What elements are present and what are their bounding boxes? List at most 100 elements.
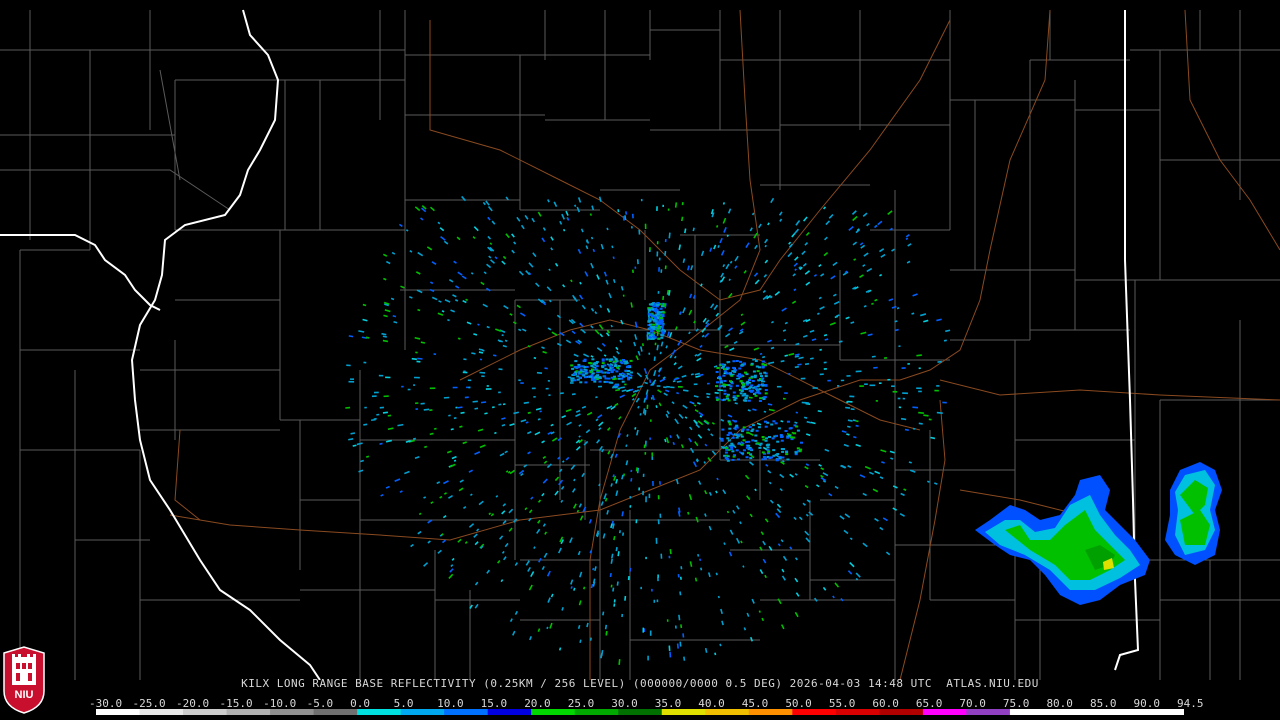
echo-speck: [579, 515, 584, 521]
echo-speck: [579, 381, 583, 384]
echo-speck: [486, 385, 489, 387]
color-scale-labels: -30.0 -25.0 -20.0 -15.0 -10.0 -5.0 0.0 5.0 10.0 1…: [89, 697, 1205, 710]
echo-speck: [476, 528, 480, 532]
echo-speck: [439, 495, 443, 499]
echo-speck: [492, 354, 497, 357]
echo-speck: [796, 429, 800, 432]
echo-speck: [676, 643, 679, 649]
echo-speck: [387, 427, 394, 431]
echo-speck: [447, 494, 454, 499]
echo-speck: [942, 401, 947, 404]
echo-speck: [382, 335, 388, 338]
echo-speck: [820, 273, 825, 277]
echo-speck: [486, 569, 490, 574]
echo-speck: [479, 358, 483, 361]
echo-speck: [621, 613, 624, 618]
echo-speck: [495, 328, 502, 332]
echo-speck: [599, 333, 604, 338]
echo-speck: [728, 427, 732, 430]
echo-speck: [824, 338, 829, 341]
echo-speck: [855, 443, 861, 448]
echo-speck: [448, 279, 454, 283]
echo-speck: [592, 248, 596, 253]
echo-speck: [362, 303, 367, 307]
echo-speck: [754, 434, 758, 437]
echo-speck: [594, 376, 598, 379]
echo-speck: [429, 288, 435, 293]
echo-speck: [604, 497, 608, 502]
echo-speck: [803, 334, 808, 338]
echo-speck: [494, 431, 497, 435]
echo-speck: [483, 271, 487, 275]
echo-speck: [459, 425, 463, 428]
echo-speck: [762, 355, 766, 359]
echo-speck: [723, 370, 727, 373]
echo-speck: [745, 242, 750, 248]
echo-speck: [350, 432, 356, 435]
echo-speck: [720, 381, 723, 384]
echo-speck: [574, 360, 578, 363]
echo-speck: [583, 440, 589, 446]
echo-speck: [838, 340, 843, 343]
echo-speck: [635, 429, 639, 436]
echo-speck: [453, 459, 457, 462]
echo-speck: [764, 420, 767, 423]
echo-speck: [644, 381, 648, 385]
echo-speck: [770, 346, 775, 350]
echo-speck: [789, 473, 794, 478]
echo-speck: [907, 362, 910, 365]
echo-speck: [471, 352, 476, 355]
echo-speck: [625, 460, 629, 466]
echo-speck: [761, 363, 765, 366]
echo-speck: [647, 320, 651, 323]
echo-speck: [735, 360, 739, 362]
echo-speck: [606, 227, 609, 231]
echo-speck: [348, 438, 354, 441]
echo-speck: [596, 374, 600, 377]
echo-speck: [560, 485, 565, 490]
echo-speck: [627, 370, 631, 372]
echo-speck: [702, 317, 707, 323]
echo-speck: [662, 295, 665, 301]
echo-speck: [502, 344, 507, 348]
echo-speck: [760, 531, 765, 536]
echo-speck: [417, 251, 424, 257]
echo-speck: [776, 503, 782, 508]
echo-speck: [859, 474, 866, 479]
echo-speck: [731, 370, 735, 373]
echo-speck: [571, 294, 577, 300]
echo-speck: [463, 506, 467, 510]
echo-speck: [813, 274, 818, 277]
echo-speck: [761, 436, 765, 438]
echo-speck: [652, 480, 654, 486]
echo-speck: [466, 321, 472, 325]
scale-swatch: [444, 709, 489, 715]
echo-speck: [689, 561, 693, 567]
echo-speck: [629, 505, 632, 508]
echo-speck: [797, 363, 802, 366]
echo-speck: [864, 465, 871, 470]
echo-speck: [408, 296, 413, 299]
echo-speck: [617, 387, 621, 390]
echo-speck: [829, 321, 836, 326]
echo-speck: [891, 305, 897, 309]
echo-speck: [747, 440, 751, 443]
echo-speck: [656, 599, 659, 603]
echo-speck: [498, 403, 502, 406]
echo-speck: [415, 402, 419, 405]
echo-speck: [578, 294, 584, 300]
echo-speck: [606, 509, 610, 515]
echo-speck: [391, 251, 396, 255]
echo-speck: [754, 394, 758, 397]
echo-speck: [414, 455, 420, 459]
echo-speck: [497, 560, 501, 564]
echo-speck: [528, 584, 533, 591]
echo-speck: [791, 300, 797, 305]
echo-speck: [659, 307, 663, 310]
echo-speck: [716, 225, 719, 228]
echo-speck: [650, 329, 654, 332]
echo-speck: [759, 569, 764, 575]
echo-speck: [834, 485, 839, 490]
echo-speck: [852, 215, 858, 222]
echo-speck: [784, 392, 788, 394]
